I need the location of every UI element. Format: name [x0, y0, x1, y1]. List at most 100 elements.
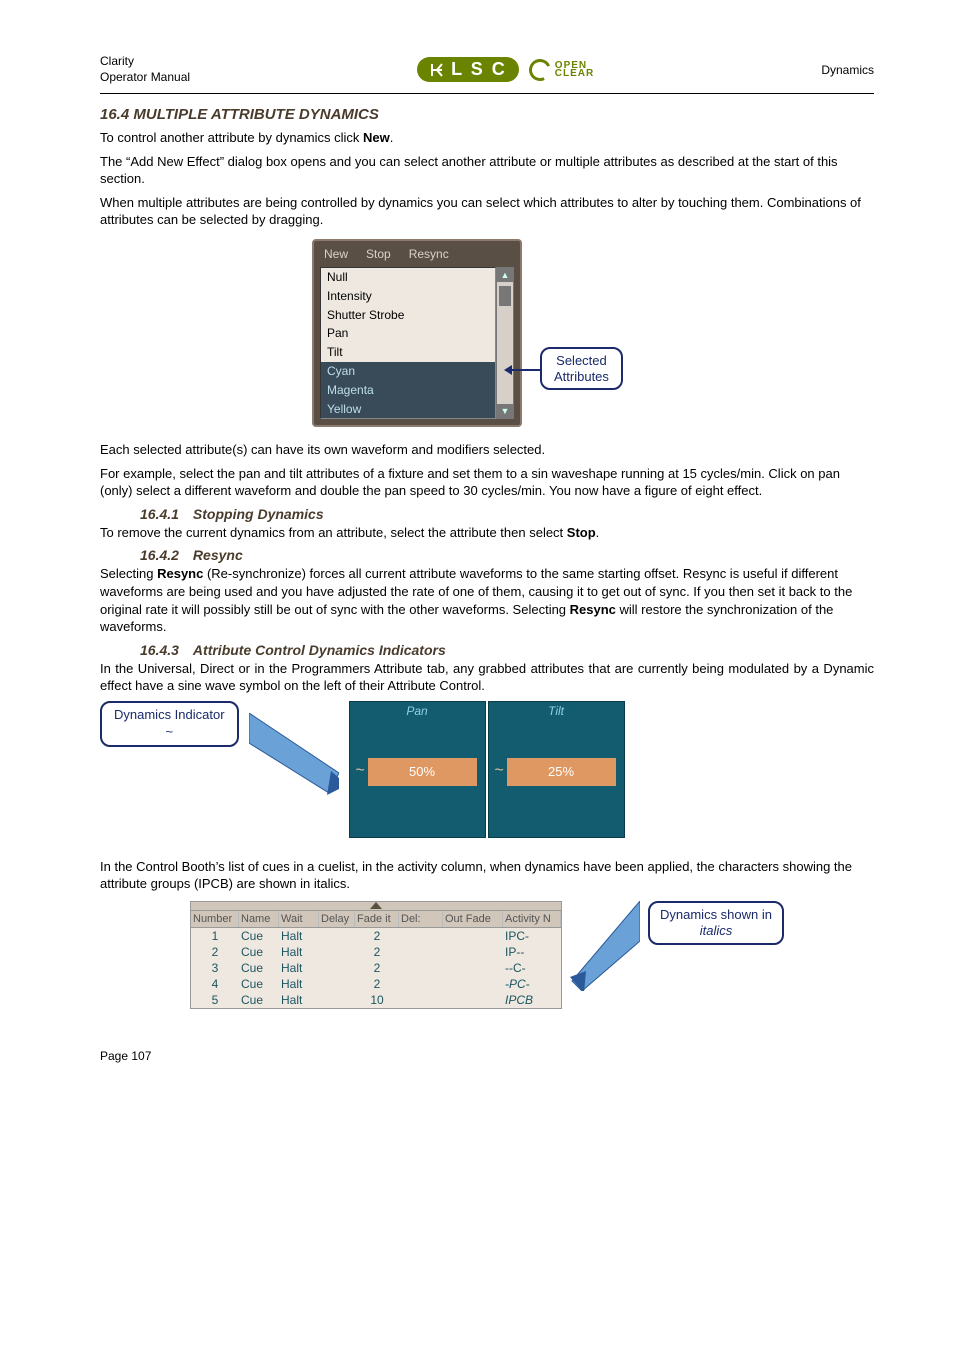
col-delay[interactable]: Delay — [319, 911, 355, 927]
cell-wait: Halt — [279, 944, 319, 960]
callout-arrow-icon — [570, 901, 640, 991]
callout-dynamics-italics: Dynamics shown in italics — [648, 901, 784, 946]
cell-wait: Halt — [279, 960, 319, 976]
header-rule — [100, 93, 874, 94]
table-row[interactable]: 3CueHalt2--C- — [191, 960, 561, 976]
para-16-4-1: To control another attribute by dynamics… — [100, 129, 874, 147]
lsc-logo-text: L S C — [451, 59, 507, 80]
header-doc: Operator Manual — [100, 70, 190, 84]
figure-cuelist-table: Number Name Wait Delay Fade it Del: Out … — [100, 901, 874, 1009]
cell-outfade — [443, 928, 503, 944]
new-tab[interactable]: New — [324, 247, 348, 261]
col-name[interactable]: Name — [239, 911, 279, 927]
cell-outfade — [443, 976, 503, 992]
openclear-logo: OPEN CLEAR — [529, 59, 594, 81]
stop-tab[interactable]: Stop — [366, 247, 391, 261]
list-item[interactable]: Shutter Strobe — [321, 306, 495, 325]
col-del[interactable]: Del: — [399, 911, 443, 927]
cell-activity: IPCB — [503, 992, 561, 1008]
cell-activity: IPC- — [503, 928, 561, 944]
scroll-thumb[interactable] — [499, 286, 511, 306]
cell-del — [399, 960, 443, 976]
sort-up-icon[interactable] — [370, 902, 382, 909]
scrollbar[interactable]: ▲ ▼ — [496, 267, 514, 419]
page-header: Clarity Operator Manual L S C OPEN CLEAR… — [100, 54, 874, 85]
tilt-control[interactable]: Tilt ~ 25% — [488, 701, 625, 838]
text: To control another attribute by dynamics… — [100, 130, 363, 145]
callout-connector — [510, 369, 540, 371]
list-item[interactable]: Tilt — [321, 343, 495, 362]
callout-selected-attributes: Selected Attributes — [540, 347, 623, 390]
callout-dynamics-indicator: Dynamics Indicator ~ — [100, 701, 239, 747]
list-item[interactable]: Null — [321, 268, 495, 287]
list-item-selected[interactable]: Cyan — [321, 362, 495, 381]
cell-number: 4 — [191, 976, 239, 992]
cell-del — [399, 992, 443, 1008]
col-number[interactable]: Number — [191, 911, 239, 927]
cell-outfade — [443, 960, 503, 976]
col-activity[interactable]: Activity N — [503, 911, 561, 927]
heading-16-4-3: 16.4.3 Attribute Control Dynamics Indica… — [140, 642, 874, 658]
heading-16-4-2: 16.4.2 Resync — [140, 547, 874, 563]
cell-delay — [319, 976, 355, 992]
callout-text: Dynamics shown in — [660, 907, 772, 922]
cell-name: Cue — [239, 960, 279, 976]
scroll-down-icon[interactable]: ▼ — [497, 404, 513, 418]
para-16-4-3-p2: In the Control Booth’s list of cues in a… — [100, 858, 874, 893]
pan-value[interactable]: 50% — [368, 758, 477, 786]
cell-del — [399, 976, 443, 992]
text-bold: New — [363, 130, 390, 145]
list-item-selected[interactable]: Yellow — [321, 400, 495, 419]
cell-fade: 2 — [355, 944, 399, 960]
cell-wait: Halt — [279, 992, 319, 1008]
resync-tab[interactable]: Resync — [409, 247, 449, 261]
col-fade[interactable]: Fade it — [355, 911, 399, 927]
table-row[interactable]: 1CueHalt2IPC- — [191, 928, 561, 944]
table-row[interactable]: 5CueHalt10IPCB — [191, 992, 561, 1008]
para-16-4-2: The “Add New Effect” dialog box opens an… — [100, 153, 874, 188]
header-product: Clarity — [100, 54, 134, 68]
text-bold: Stop — [567, 525, 596, 540]
callout-text: Dynamics Indicator — [114, 707, 225, 722]
attribute-panel: New Stop Resync Null Intensity Shutter S… — [312, 239, 522, 427]
figure-attribute-list: New Stop Resync Null Intensity Shutter S… — [100, 239, 874, 427]
table-header: Number Name Wait Delay Fade it Del: Out … — [191, 911, 561, 928]
pan-control[interactable]: Pan ~ 50% — [349, 701, 486, 838]
col-outfade[interactable]: Out Fade — [443, 911, 503, 927]
cell-number: 5 — [191, 992, 239, 1008]
openclear-bottom: CLEAR — [555, 68, 594, 79]
callout-text: Attributes — [554, 369, 609, 384]
list-item[interactable]: Intensity — [321, 287, 495, 306]
lsc-logo: L S C — [417, 57, 519, 82]
cuelist-table: Number Name Wait Delay Fade it Del: Out … — [190, 901, 562, 1009]
attribute-listbox[interactable]: Null Intensity Shutter Strobe Pan Tilt C… — [320, 267, 496, 419]
cell-del — [399, 928, 443, 944]
tilt-value[interactable]: 25% — [507, 758, 616, 786]
cell-outfade — [443, 992, 503, 1008]
cell-delay — [319, 944, 355, 960]
para-16-4-1-body: To remove the current dynamics from an a… — [100, 524, 874, 542]
cell-activity: IP-- — [503, 944, 561, 960]
col-wait[interactable]: Wait — [279, 911, 319, 927]
callout-text-italic: italics — [700, 923, 733, 938]
table-row[interactable]: 2CueHalt2IP-- — [191, 944, 561, 960]
heading-16-4-1: 16.4.1 Stopping Dynamics — [140, 506, 874, 522]
dynamics-tilde-icon: ~ — [495, 762, 504, 780]
cell-number: 2 — [191, 944, 239, 960]
cell-wait: Halt — [279, 928, 319, 944]
list-item[interactable]: Pan — [321, 324, 495, 343]
cell-fade: 2 — [355, 928, 399, 944]
cell-fade: 2 — [355, 976, 399, 992]
scroll-up-icon[interactable]: ▲ — [497, 268, 513, 282]
scroll-track[interactable] — [497, 310, 513, 404]
tilt-label: Tilt — [489, 702, 624, 720]
list-item-selected[interactable]: Magenta — [321, 381, 495, 400]
table-sort-row[interactable] — [191, 902, 561, 911]
text: In the Universal, Direct or in the Progr… — [100, 661, 874, 694]
table-row[interactable]: 4CueHalt2-PC- — [191, 976, 561, 992]
text: To remove the current dynamics from an a… — [100, 525, 567, 540]
cell-name: Cue — [239, 976, 279, 992]
cell-fade: 2 — [355, 960, 399, 976]
callout-arrow-icon — [249, 713, 339, 803]
cell-activity: --C- — [503, 960, 561, 976]
